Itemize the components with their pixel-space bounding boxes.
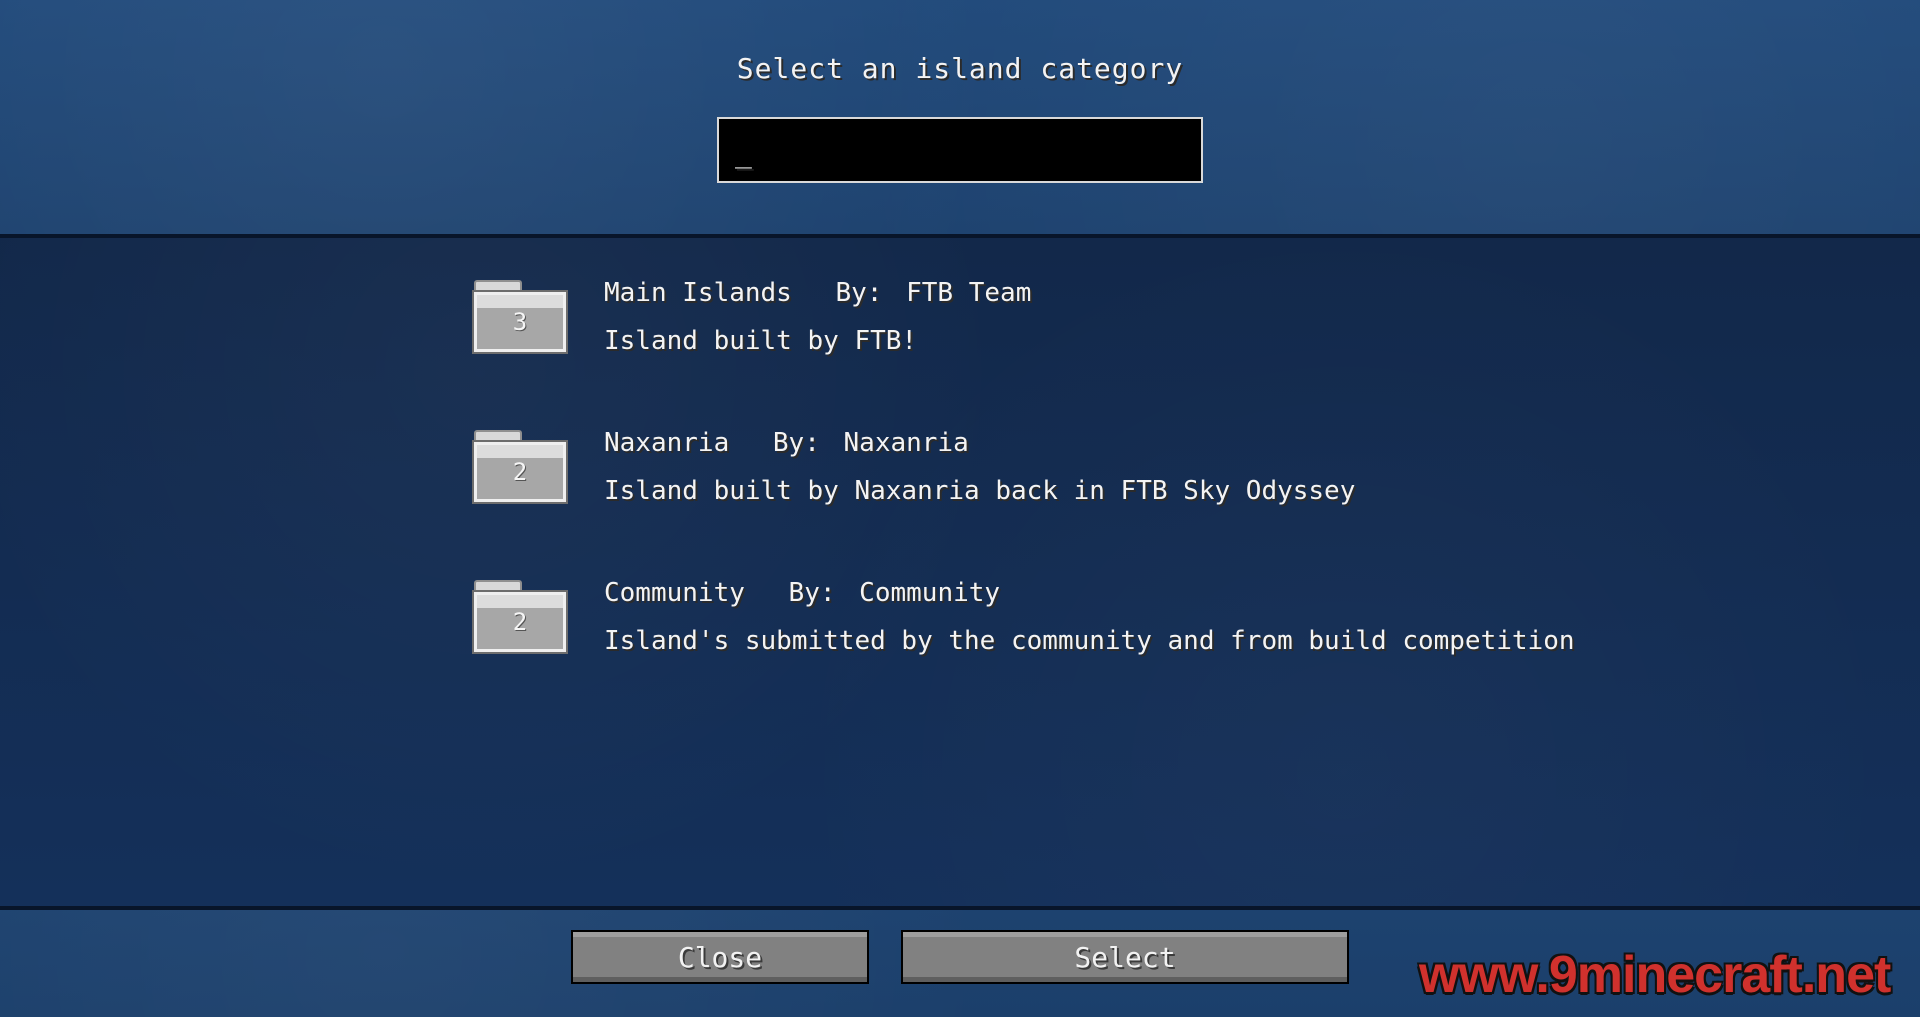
island-category-screen: Select an island category _ 3 Main Islan…	[0, 0, 1920, 1017]
folder-count: 2	[512, 458, 528, 486]
category-title-row: Main Islands By: FTB Team	[604, 278, 1031, 308]
folder-icon: 2	[472, 580, 568, 654]
search-box[interactable]: _	[717, 117, 1203, 183]
author-label: By:	[788, 578, 836, 608]
folder-icon: 2	[472, 430, 568, 504]
category-description: Island's submitted by the community and …	[604, 626, 1575, 656]
category-row-main-islands[interactable]: 3 Main Islands By: FTB Team Island built…	[470, 278, 1570, 388]
category-title-row: Community By: Community	[604, 578, 1000, 608]
header-panel: Select an island category _	[0, 0, 1920, 238]
author-label: By:	[835, 278, 883, 308]
search-input[interactable]	[719, 119, 1201, 181]
category-title-row: Naxanria By: Naxanria	[604, 428, 969, 458]
folder-count: 3	[512, 308, 528, 336]
category-description: Island built by FTB!	[604, 326, 918, 356]
folder-icon: 3	[472, 280, 568, 354]
category-name: Main Islands	[604, 278, 792, 308]
author-label: By:	[772, 428, 820, 458]
page-title: Select an island category	[736, 52, 1184, 85]
category-row-naxanria[interactable]: 2 Naxanria By: Naxanria Island built by …	[470, 428, 1570, 538]
category-name: Community	[604, 578, 745, 608]
close-button[interactable]: Close	[571, 930, 869, 984]
author-name: FTB Team	[906, 278, 1032, 308]
text-caret: _	[735, 136, 752, 169]
category-name: Naxanria	[604, 428, 730, 458]
author-name: Community	[859, 578, 1001, 608]
category-description: Island built by Naxanria back in FTB Sky…	[604, 476, 1356, 506]
author-name: Naxanria	[843, 428, 969, 458]
folder-count: 2	[512, 608, 528, 636]
category-row-community[interactable]: 2 Community By: Community Island's submi…	[470, 578, 1575, 688]
select-button[interactable]: Select	[901, 930, 1349, 984]
